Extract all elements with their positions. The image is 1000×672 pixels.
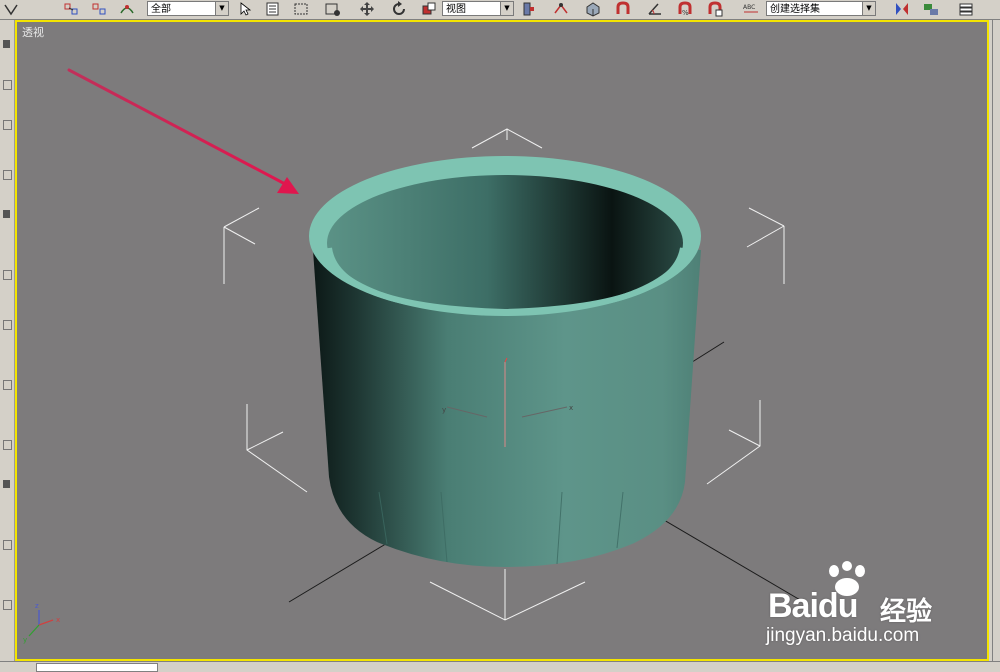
angle-snap-icon[interactable] <box>646 1 664 17</box>
strip-icon[interactable] <box>3 440 12 450</box>
reference-coordinate-value: 视图 <box>446 4 466 15</box>
select-object-icon[interactable] <box>236 1 254 17</box>
selection-filter-value: 全部 <box>151 4 171 15</box>
undo-icon[interactable] <box>2 1 20 17</box>
reference-coordinate-dropdown[interactable]: 视图 ▼ <box>442 1 514 16</box>
named-selection-dropdown[interactable]: 创建选择集 ▼ <box>766 1 876 16</box>
spinner-snap-icon[interactable] <box>706 1 724 17</box>
snap-toggle-icon[interactable] <box>614 1 632 17</box>
move-icon[interactable] <box>358 1 376 17</box>
select-by-name-icon[interactable] <box>264 1 282 17</box>
strip-icon[interactable] <box>3 120 12 130</box>
strip-icon[interactable] <box>3 320 12 330</box>
rectangle-region-icon[interactable] <box>292 1 310 17</box>
gizmo-axis-y-label: y <box>442 406 446 414</box>
command-panel-edge <box>992 20 1000 670</box>
strip-icon[interactable] <box>3 270 12 280</box>
strip-icon[interactable] <box>3 600 12 610</box>
chevron-down-icon: ▼ <box>500 2 513 15</box>
watermark: Baidu 经验 jingyan.baidu.com <box>760 555 960 655</box>
gizmo-axis-x-label: x <box>569 404 573 412</box>
strip-icon[interactable] <box>3 80 12 90</box>
strip-icon[interactable] <box>3 170 12 180</box>
selection-filter-dropdown[interactable]: 全部 ▼ <box>147 1 229 16</box>
mirror-icon[interactable] <box>893 1 911 17</box>
watermark-cn: 经验 <box>880 597 933 627</box>
unlink-icon[interactable] <box>90 1 108 17</box>
strip-icon[interactable] <box>3 210 10 218</box>
rotate-icon[interactable] <box>390 1 408 17</box>
select-manipulate-icon[interactable] <box>552 1 570 17</box>
strip-icon[interactable] <box>3 480 10 488</box>
watermark-brand: Baidu <box>768 587 858 625</box>
pivot-center-icon[interactable] <box>520 1 538 17</box>
main-toolbar: 全部 ▼ 视图 ▼ % ABC 创建选择集 ▼ <box>0 0 1000 20</box>
edit-named-selection-icon[interactable]: ABC <box>742 1 760 17</box>
left-tool-strip <box>0 20 15 670</box>
strip-icon[interactable] <box>3 380 12 390</box>
named-selection-value: 创建选择集 <box>770 4 820 15</box>
percent-snap-icon[interactable]: % <box>676 1 694 17</box>
layer-manager-icon[interactable] <box>957 1 975 17</box>
scale-icon[interactable] <box>420 1 438 17</box>
annotation-arrow <box>67 68 299 194</box>
chevron-down-icon: ▼ <box>862 2 875 15</box>
axis-y-label: y <box>23 636 27 644</box>
select-link-icon[interactable] <box>62 1 80 17</box>
svg-text:%: % <box>682 9 689 17</box>
strip-icon[interactable] <box>3 40 10 48</box>
window-crossing-icon[interactable] <box>324 1 342 17</box>
bind-space-warp-icon[interactable] <box>118 1 136 17</box>
axis-z-label: z <box>35 602 39 610</box>
keyboard-shortcut-icon[interactable] <box>584 1 602 17</box>
align-icon[interactable] <box>922 1 940 17</box>
time-slider-field[interactable] <box>36 663 158 672</box>
watermark-url: jingyan.baidu.com <box>766 625 920 646</box>
chevron-down-icon: ▼ <box>215 2 228 15</box>
strip-icon[interactable] <box>3 540 12 550</box>
svg-text:ABC: ABC <box>743 4 755 11</box>
axis-tripod <box>28 610 54 637</box>
axis-x-label: x <box>56 616 60 624</box>
